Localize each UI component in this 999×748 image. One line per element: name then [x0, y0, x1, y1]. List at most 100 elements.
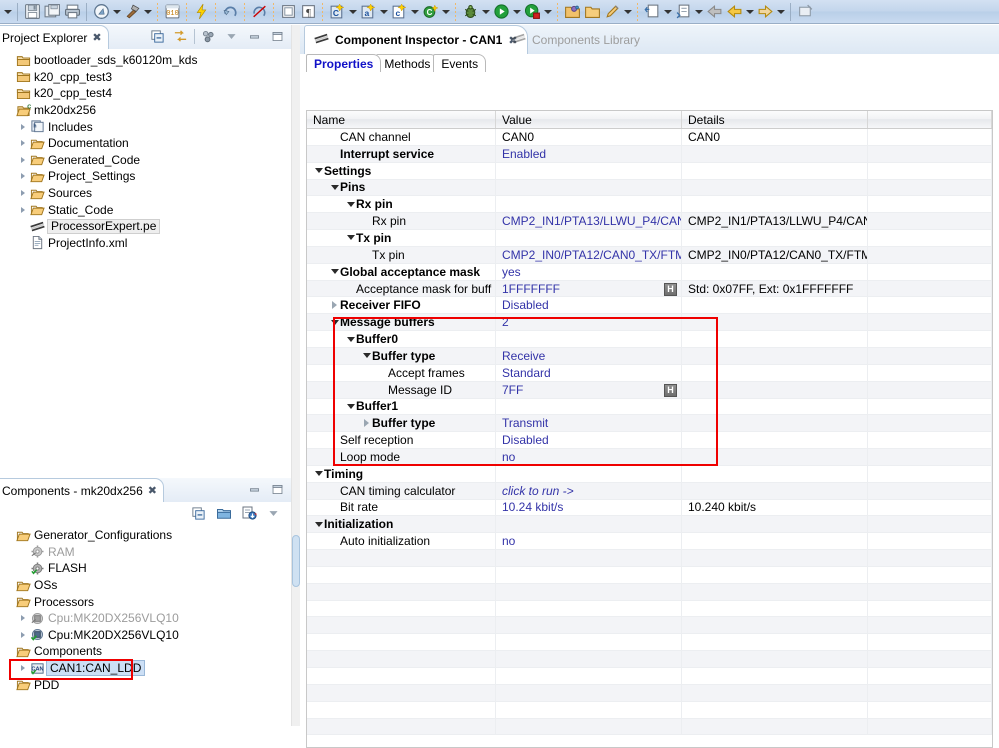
new-class-dropdown-icon[interactable] [440, 2, 451, 22]
property-value-cell[interactable]: Transmit [496, 415, 682, 432]
expand-arrow-icon[interactable] [16, 207, 29, 213]
property-row[interactable]: CAN timing calculator click to run -> [307, 482, 992, 500]
expander-icon[interactable] [345, 404, 356, 409]
pin-editor-icon[interactable] [795, 2, 815, 22]
open-resource-icon[interactable] [562, 2, 582, 22]
expand-arrow-icon[interactable] [16, 615, 29, 621]
property-value-cell[interactable] [496, 516, 682, 533]
property-row[interactable]: Timing [307, 465, 992, 483]
new-header-file-dropdown-icon[interactable] [378, 2, 389, 22]
expander-icon[interactable] [313, 168, 324, 173]
tree-item[interactable]: k20_cpp_test3 [2, 69, 291, 86]
property-value-cell[interactable] [496, 162, 682, 179]
run-dropdown-icon[interactable] [511, 2, 522, 22]
build-icon[interactable] [91, 2, 111, 22]
tree-item[interactable]: bootloader_sds_k60120m_kds [2, 52, 291, 69]
property-value-cell[interactable]: yes [496, 263, 682, 280]
property-row[interactable]: Receiver FIFO Disabled [307, 297, 992, 315]
property-row[interactable]: Rx pin [307, 196, 992, 214]
property-row[interactable]: Accept frames Standard [307, 364, 992, 382]
expand-arrow-icon[interactable] [16, 173, 29, 179]
column-header-details[interactable]: Details [682, 111, 868, 128]
property-row[interactable]: CAN channel CAN0 CAN0 [307, 129, 992, 146]
property-row[interactable]: Settings [307, 162, 992, 180]
build-dropdown-icon[interactable] [111, 2, 122, 22]
property-row[interactable]: Buffer0 [307, 331, 992, 348]
expand-arrow-icon[interactable] [16, 190, 29, 196]
property-row[interactable]: Message ID 7FF H [307, 381, 992, 399]
print-icon[interactable] [62, 2, 82, 22]
property-value-cell[interactable]: CMP2_IN1/PTA13/LLWU_P4/CAN... [496, 213, 682, 230]
hex-toggle-button[interactable]: H [664, 282, 677, 296]
tree-item[interactable]: Cpu:MK20DX256VLQ10 [2, 627, 291, 644]
tree-item[interactable]: k20_cpp_test4 [2, 85, 291, 102]
hex-toggle-button[interactable]: H [664, 383, 677, 397]
pencil-dropdown-icon[interactable] [622, 2, 633, 22]
property-value-cell[interactable]: Disabled [496, 432, 682, 449]
paragraph-icon[interactable]: ¶ [298, 2, 318, 22]
minimize-icon[interactable] [245, 27, 264, 46]
binary-icon[interactable]: 010 [162, 2, 182, 22]
next-annotation-icon[interactable] [673, 2, 693, 22]
property-value-cell[interactable] [496, 179, 682, 196]
property-value-cell[interactable]: 7FF H [496, 381, 682, 398]
property-row[interactable]: Buffer1 [307, 398, 992, 416]
tree-item[interactable]: ProcessorExpert.pe [2, 218, 291, 235]
expand-arrow-icon[interactable] [16, 157, 29, 163]
editor-tab-components-library[interactable]: Components Library [502, 25, 649, 54]
hammer-dropdown-icon[interactable] [142, 2, 153, 22]
property-row[interactable]: Buffer type Transmit [307, 415, 992, 433]
property-value-cell[interactable] [496, 331, 682, 347]
property-row[interactable]: Auto initialization no [307, 533, 992, 551]
expander-icon[interactable] [313, 471, 324, 476]
property-row[interactable]: Initialization [307, 516, 992, 534]
forward-icon[interactable] [755, 2, 775, 22]
tree-item[interactable]: Processors [2, 593, 291, 610]
expander-icon[interactable] [345, 202, 356, 207]
property-row[interactable]: Tx pin CMP2_IN0/PTA12/CAN0_TX/FTM... CMP2_… [307, 246, 992, 264]
expander-icon[interactable] [329, 301, 340, 309]
maximize-icon[interactable] [268, 27, 287, 46]
minimize-icon[interactable] [245, 480, 264, 499]
property-value-cell[interactable]: Receive [496, 347, 682, 364]
expander-icon[interactable] [345, 235, 356, 240]
next-annotation-dropdown-icon[interactable] [693, 2, 704, 22]
tree-item[interactable]: RAM [2, 544, 291, 561]
tree-item[interactable]: Documentation [2, 135, 291, 152]
column-header-extra[interactable] [868, 111, 992, 128]
left-panel-scrollbar[interactable] [291, 25, 300, 726]
property-row[interactable]: Bit rate 10.24 kbit/s 10.240 kbit/s [307, 499, 992, 517]
property-row[interactable]: Interrupt service Enabled [307, 145, 992, 163]
skip-breakpoints-icon[interactable] [249, 2, 269, 22]
property-value-cell[interactable]: no [496, 449, 682, 465]
property-value-cell[interactable] [496, 465, 682, 482]
link-with-editor-icon[interactable] [171, 27, 190, 46]
view-menu-filter-icon[interactable] [199, 27, 218, 46]
property-tab-methods[interactable]: Methods [376, 54, 439, 72]
property-value-cell[interactable]: no [496, 533, 682, 550]
property-value-cell[interactable]: CMP2_IN0/PTA12/CAN0_TX/FTM... [496, 246, 682, 263]
editor-tab-component-inspector[interactable]: Component Inspector - CAN1✖ [304, 25, 528, 54]
open-folder-icon[interactable] [582, 2, 602, 22]
property-row[interactable]: Self reception Disabled [307, 432, 992, 450]
expander-icon[interactable] [313, 522, 324, 527]
property-value-cell[interactable]: Disabled [496, 297, 682, 314]
tree-item[interactable]: Generated_Code [2, 152, 291, 169]
debug-config-icon[interactable] [220, 2, 240, 22]
tree-item[interactable]: Generator_Configurations [2, 527, 291, 544]
property-value-cell[interactable]: 2 [496, 314, 682, 331]
previous-dropdown-icon[interactable] [744, 2, 755, 22]
property-value-cell[interactable]: click to run -> [496, 482, 682, 499]
property-value-cell[interactable]: 1FFFFFFF H [496, 280, 682, 297]
property-row[interactable]: Buffer type Receive [307, 347, 992, 365]
back-icon[interactable] [704, 2, 724, 22]
debug-bug-icon[interactable] [460, 2, 480, 22]
tab-components[interactable]: Components - mk20dx256 ✖ [0, 478, 164, 502]
save-icon[interactable] [22, 2, 42, 22]
debug-dropdown-icon[interactable] [480, 2, 491, 22]
tab-project-explorer[interactable]: Project Explorer ✖ [0, 25, 109, 49]
property-row[interactable]: Pins [307, 179, 992, 197]
left-panel-scrollbar-thumb[interactable] [292, 535, 300, 587]
property-row[interactable]: Acceptance mask for buff 1FFFFFFF H Std: 0x… [307, 280, 992, 298]
nav-history-dropdown-icon[interactable] [2, 2, 13, 22]
